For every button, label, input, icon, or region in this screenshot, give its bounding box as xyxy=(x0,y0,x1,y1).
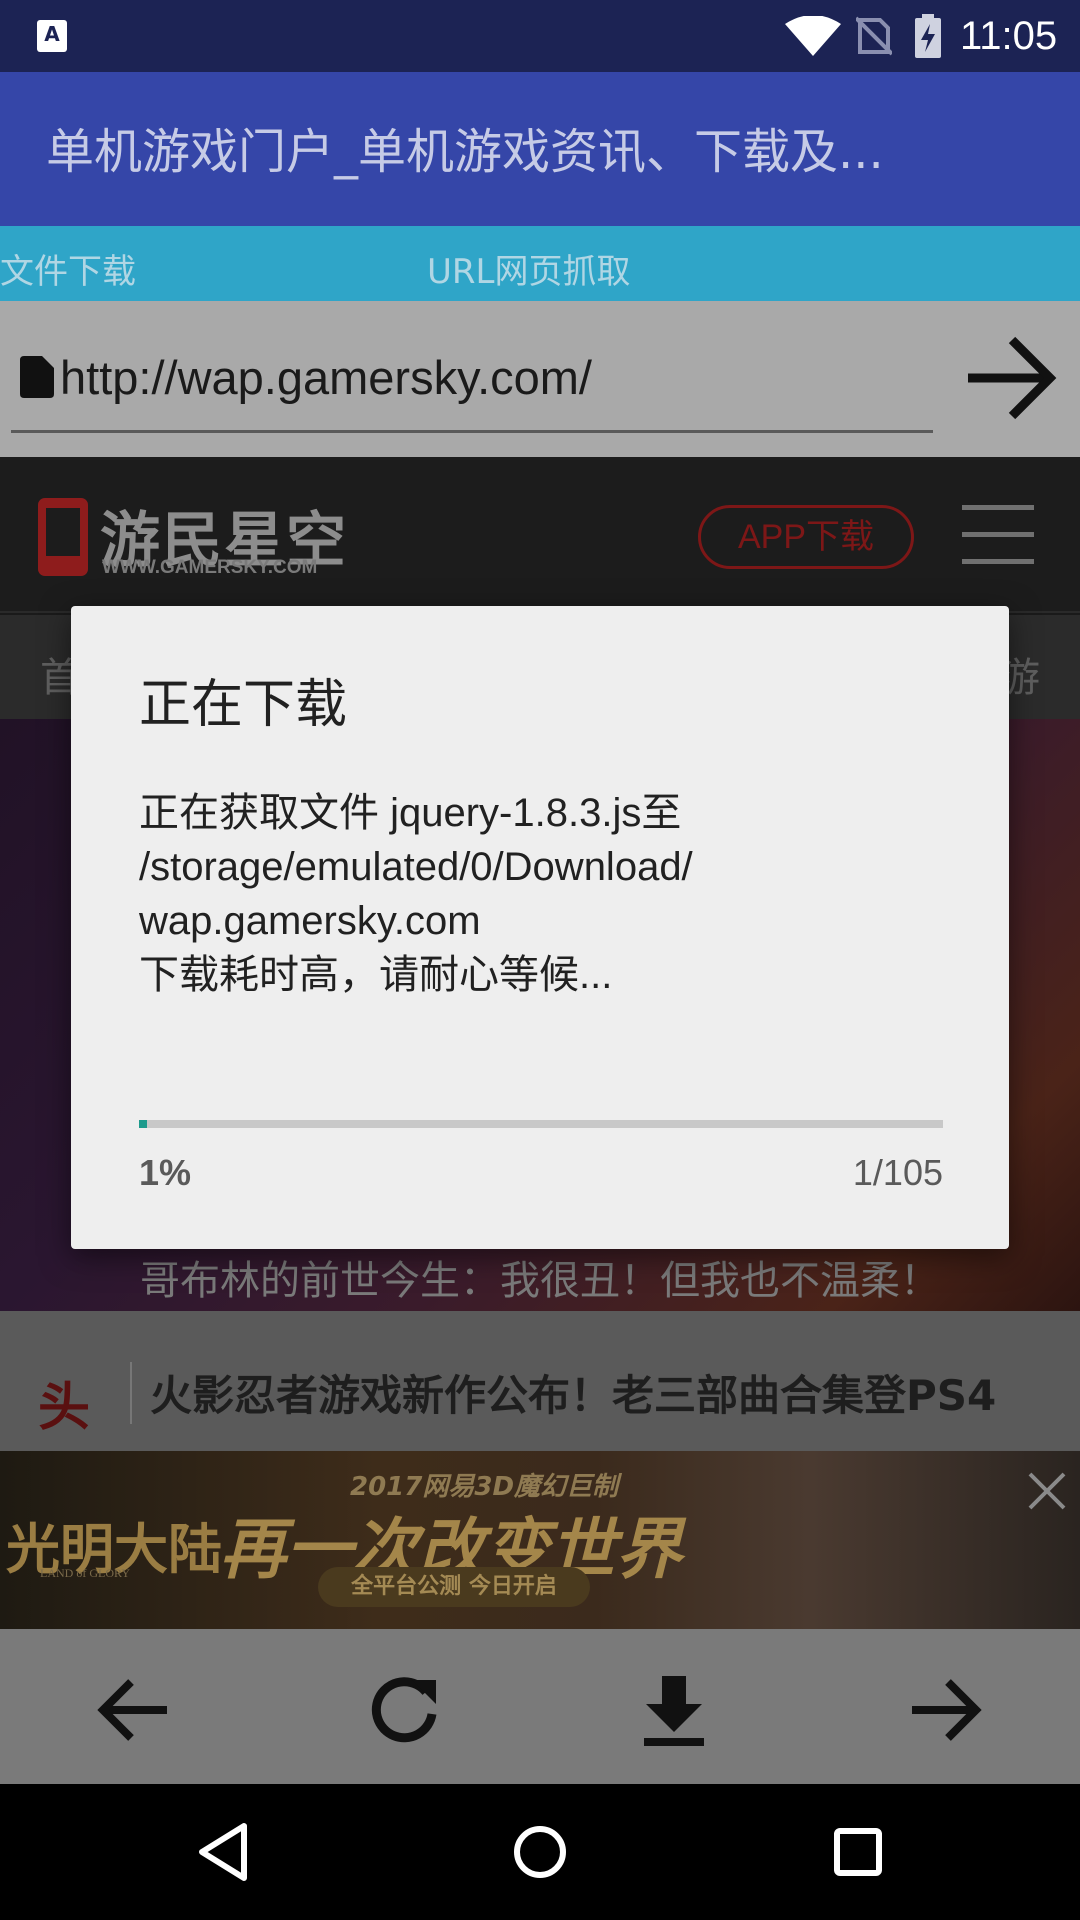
tab-url-crawl[interactable]: URL网页抓取 xyxy=(427,244,630,293)
download-icon[interactable] xyxy=(634,1670,714,1750)
dialog-message-line: wap.gamersky.com xyxy=(139,899,481,943)
dialog-title: 正在下载 xyxy=(139,675,348,735)
home-circle-icon[interactable] xyxy=(510,1820,570,1884)
url-input[interactable] xyxy=(60,347,930,407)
banner-caption[interactable]: 哥布林的前世今生：我很丑！但我也不温柔！ xyxy=(0,1248,1080,1306)
clock-time: 11:05 xyxy=(960,14,1058,58)
back-triangle-icon[interactable] xyxy=(194,1820,254,1884)
no-sim-icon xyxy=(856,16,892,56)
close-icon[interactable] xyxy=(1024,1468,1070,1514)
download-progress-bar xyxy=(139,1120,943,1128)
page-title: 单机游戏门户_单机游戏资讯、下载及... xyxy=(46,124,884,180)
status-bar: A 11:05 xyxy=(0,0,1080,72)
progress-percent: 1% xyxy=(139,1152,192,1193)
dialog-message: 正在获取文件 jquery-1.8.3.js至 /storage/emulate… xyxy=(139,786,969,1002)
news-divider xyxy=(130,1362,132,1424)
url-input-underline xyxy=(11,430,933,433)
ad-brand-sub: LAND of GLORY xyxy=(40,1566,130,1580)
refresh-icon[interactable] xyxy=(364,1670,444,1750)
dialog-message-line: 下载耗时高，请耐心等候... xyxy=(139,953,613,997)
progress-file-count: 1/105 xyxy=(852,1152,943,1193)
gamersky-logo-icon xyxy=(38,498,88,576)
arrow-right-icon[interactable] xyxy=(962,330,1058,426)
app-download-button[interactable]: APP下载 xyxy=(698,505,914,569)
app-notification-icon: A xyxy=(37,20,67,52)
tab-bar: 文件下载 URL网页抓取 xyxy=(0,226,1080,301)
wifi-icon xyxy=(785,16,841,56)
headline-tag: 头 xyxy=(38,1378,91,1438)
download-progress-dialog: 正在下载 正在获取文件 jquery-1.8.3.js至 /storage/em… xyxy=(71,606,1009,1249)
recents-square-icon[interactable] xyxy=(828,1820,888,1884)
hamburger-menu-icon[interactable] xyxy=(962,505,1034,565)
file-icon xyxy=(20,356,54,398)
news-title[interactable]: 火影忍者游戏新作公布！老三部曲合集登PS4 xyxy=(150,1362,996,1423)
forward-arrow-icon[interactable] xyxy=(904,1670,984,1750)
battery-charging-icon xyxy=(915,14,941,58)
tab-file-download[interactable]: 文件下载 xyxy=(0,244,136,293)
site-logo-subtext: WWW.GAMERSKY.COM xyxy=(102,557,318,578)
back-arrow-icon[interactable] xyxy=(95,1670,175,1750)
app-bar: 单机游戏门户_单机游戏资讯、下载及... xyxy=(0,72,1080,226)
ad-launch-badge: 全平台公测 今日开启 xyxy=(318,1567,590,1607)
download-progress-fill xyxy=(139,1120,148,1128)
dialog-message-line: /storage/emulated/0/Download/ xyxy=(139,845,693,889)
dialog-message-line: 正在获取文件 jquery-1.8.3.js至 xyxy=(139,791,682,835)
